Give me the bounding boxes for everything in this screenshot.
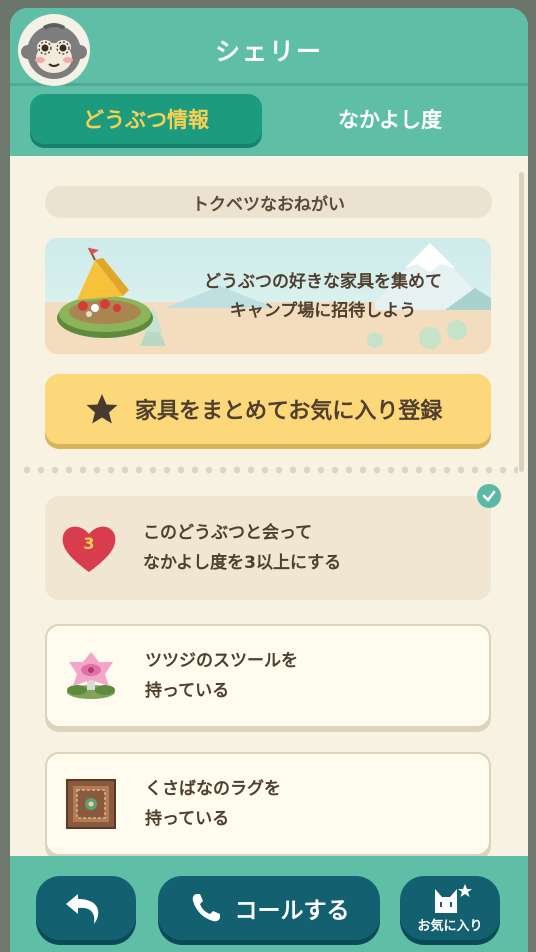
requirement-text: このどうぶつと会って なかよし度を3以上にする — [143, 518, 341, 578]
requirement-line-1: このどうぶつと会って — [143, 523, 313, 543]
villager-panel: シェリー どうぶつ情報 なかよし度 トクベツなおねがい どうぶつの好きな家具を集… — [10, 8, 528, 952]
header-divider — [10, 83, 528, 86]
banner-text: どうぶつの好きな家具を集めて キャンプ場に招待しよう — [155, 268, 491, 326]
requirement-line-1: くさばなのラグを — [145, 779, 281, 799]
favorite-button[interactable]: お気に入り — [400, 876, 500, 940]
campsite-banner: どうぶつの好きな家具を集めて キャンプ場に招待しよう — [45, 238, 491, 354]
header: シェリー どうぶつ情報 なかよし度 — [10, 8, 528, 156]
back-arrow-icon — [66, 894, 99, 924]
footer-bar: コールする お気に入り — [10, 856, 528, 952]
bulk-favorite-label: 家具をまとめてお気に入り登録 — [135, 399, 443, 424]
call-button[interactable]: コールする — [158, 876, 380, 940]
requirement-line-2: なかよし度を3以上にする — [143, 553, 342, 573]
scrollbar[interactable] — [519, 172, 524, 472]
call-button-label: コールする — [234, 898, 350, 924]
heart-level-badge: 3 — [83, 534, 95, 553]
content-scroll-area[interactable]: トクベツなおねがい どうぶつの好きな家具を集めて キャンプ場に招待しよう 家具を… — [10, 156, 528, 856]
tab-animal-info[interactable]: どうぶつ情報 — [30, 94, 262, 144]
tab-friendship[interactable]: なかよし度 — [274, 94, 506, 144]
cat-star-icon — [435, 883, 472, 913]
favorite-button-label: お気に入り — [417, 918, 483, 934]
requirement-line-2: 持っている — [145, 681, 230, 701]
azalea-stool-icon — [61, 646, 121, 706]
flower-rug-icon — [61, 774, 121, 834]
check-icon — [477, 484, 501, 508]
dotted-divider — [20, 466, 518, 474]
requirement-card-flower-rug[interactable]: くさばなのラグを 持っている — [45, 752, 491, 856]
banner-line-1: どうぶつの好きな家具を集めて — [204, 272, 442, 292]
bulk-favorite-button[interactable]: 家具をまとめてお気に入り登録 — [45, 374, 491, 444]
requirement-card-azalea-stool[interactable]: ツツジのスツールを 持っている — [45, 624, 491, 728]
heart-icon: 3 — [59, 518, 119, 578]
requirement-text: ツツジのスツールを 持っている — [145, 646, 298, 706]
requirement-line-2: 持っている — [145, 809, 230, 829]
requirement-card-friendship: 3 このどうぶつと会って なかよし度を3以上にする — [45, 484, 501, 600]
phone-icon — [192, 894, 220, 922]
section-title: トクベツなおねがい — [45, 186, 492, 218]
requirement-text: くさばなのラグを 持っている — [145, 774, 281, 834]
requirement-line-1: ツツジのスツールを — [145, 651, 298, 671]
back-button[interactable] — [36, 876, 136, 940]
banner-line-2: キャンプ場に招待しよう — [229, 301, 417, 321]
star-icon — [86, 394, 118, 424]
villager-name: シェリー — [214, 37, 323, 66]
